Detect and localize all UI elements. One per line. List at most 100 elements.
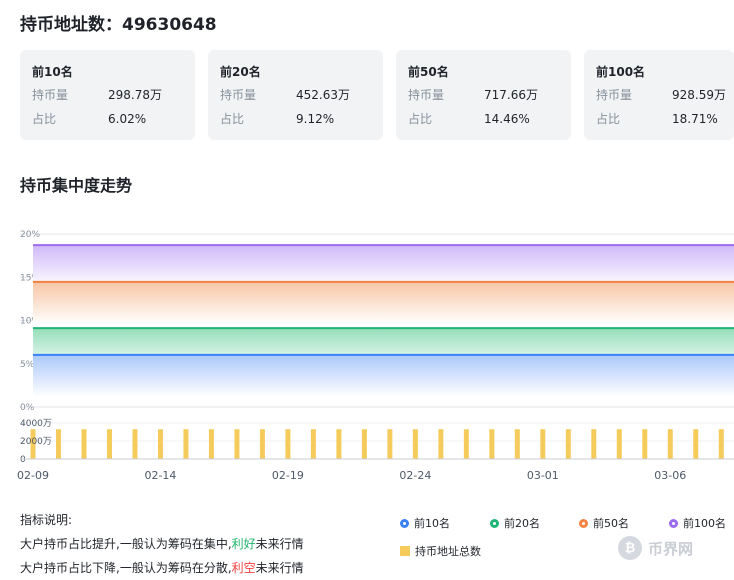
bullish-label: 利好 [231, 537, 256, 551]
address-total-bar [81, 429, 87, 459]
address-total-bar [285, 429, 291, 459]
address-total-bar [132, 429, 138, 459]
ratio-row: 占比 14.46% [408, 107, 571, 131]
holding-label: 持币量 [32, 88, 69, 102]
address-total-bar [55, 429, 61, 459]
notes-text: 大户持币占比下降,一般认为筹码在分散, [20, 561, 232, 575]
ratio-row: 占比 6.02% [32, 107, 195, 131]
legend-label: 持币地址总数 [415, 545, 481, 558]
ratio-row: 占比 18.71% [596, 107, 734, 131]
address-total-bar [463, 429, 469, 459]
address-total-bar [667, 429, 673, 459]
y-tick-label: 5% [20, 360, 35, 370]
x-tick-label: 03-01 [527, 469, 559, 482]
address-total-bar [361, 429, 367, 459]
bitcoin-icon: ₿ [618, 536, 642, 560]
legend-dot-icon [490, 518, 499, 528]
legend-label: 前10名 [414, 517, 450, 530]
address-total-bar [183, 429, 189, 459]
legend-label: 前100名 [683, 517, 726, 530]
address-total-bar [591, 429, 597, 459]
card-title: 前50名 [408, 65, 449, 79]
ratio-value: 14.46% [484, 112, 530, 126]
address-total-bar [234, 429, 240, 459]
address-total-bar [387, 429, 393, 459]
top20-card: 前20名 持币量 452.63万 占比 9.12% [208, 50, 383, 140]
bearish-label: 利空 [231, 561, 256, 575]
ratio-label: 占比 [408, 112, 433, 126]
page-title: 持币地址数：49630648 [20, 15, 217, 35]
holding-label: 持币量 [220, 88, 257, 102]
holding-row: 持币量 717.66万 [408, 83, 571, 107]
y-tick-label: 2000万 [20, 437, 52, 447]
legend-item-address-total[interactable]: 持币地址总数 [400, 544, 481, 560]
legend-item-top50[interactable]: 前50名 [579, 516, 629, 532]
series-area-4 [33, 245, 734, 288]
address-total-bar [310, 429, 316, 459]
notes-text: 未来行情 [255, 537, 304, 551]
address-total-bar [489, 429, 495, 459]
concentration-chart[interactable]: 20%15%10%5%0%4000万2000万002-09 02-14 02-19 0… [0, 222, 734, 490]
x-tick-label: 02-09 [17, 469, 49, 482]
address-total-bar [336, 429, 342, 459]
ratio-label: 占比 [220, 112, 245, 126]
legend-dot-icon [579, 518, 588, 528]
site-watermark: ₿ 币界网 [618, 534, 693, 562]
holding-label: 持币量 [408, 88, 445, 102]
holding-label: 持币量 [596, 88, 633, 102]
notes-line-fall: 大户持币占比下降,一般认为筹码在分散,利空未来行情 [20, 556, 304, 580]
top10-card: 前10名 持币量 298.78万 占比 6.02% [20, 50, 195, 140]
address-total-bar [565, 429, 571, 459]
notes-line-rise: 大户持币占比提升,一般认为筹码在集中,利好未来行情 [20, 532, 304, 556]
card-title: 前10名 [32, 65, 73, 79]
y-tick-label: 20% [20, 230, 40, 240]
holding-row: 持币量 298.78万 [32, 83, 195, 107]
legend-label: 前50名 [593, 517, 629, 530]
top100-card: 前100名 持币量 928.59万 占比 18.71% [584, 50, 734, 140]
x-tick-label: 03-06 [654, 469, 686, 482]
holding-value: 928.59万 [672, 88, 726, 102]
legend-item-top100[interactable]: 前100名 [669, 516, 726, 532]
watermark-text: 币界网 [648, 539, 694, 558]
ratio-value: 6.02% [108, 112, 147, 126]
y-tick-label: 0% [20, 403, 35, 413]
address-total-bar [693, 429, 699, 459]
notes-text: 未来行情 [255, 561, 304, 575]
ratio-value: 18.71% [672, 112, 718, 126]
top50-card: 前50名 持币量 717.66万 占比 14.46% [396, 50, 571, 140]
ratio-label: 占比 [596, 112, 621, 126]
ratio-value: 9.12% [296, 112, 335, 126]
holding-value: 452.63万 [296, 88, 350, 102]
holding-row: 持币量 452.63万 [220, 83, 383, 107]
holding-row: 持币量 928.59万 [596, 83, 734, 107]
address-total-bar [208, 429, 214, 459]
address-total-bar [412, 429, 418, 459]
notes-title: 指标说明: [20, 513, 73, 527]
holder-summary-cards: 前10名 持币量 298.78万 占比 6.02% 前20名 持币量 452.6… [20, 50, 734, 140]
y-tick-label: 4000万 [20, 419, 52, 429]
x-tick-label: 02-24 [399, 469, 431, 482]
address-total-bar [616, 429, 622, 459]
address-total-bar [157, 429, 163, 459]
legend-item-top20[interactable]: 前20名 [490, 516, 540, 532]
address-total-bar [438, 429, 444, 459]
x-tick-label: 02-19 [272, 469, 304, 482]
legend-dot-icon [400, 518, 409, 528]
notes-text: 大户持币占比提升,一般认为筹码在集中, [20, 537, 232, 551]
indicator-notes: 指标说明: 大户持币占比提升,一般认为筹码在集中,利好未来行情 大户持币占比下降… [20, 508, 304, 580]
card-title: 前20名 [220, 65, 261, 79]
holding-value: 298.78万 [108, 88, 162, 102]
y-tick-label: 0 [20, 455, 26, 465]
x-tick-label: 02-14 [144, 469, 176, 482]
legend-item-top10[interactable]: 前10名 [400, 516, 450, 532]
address-total-bar [718, 429, 724, 459]
address-total-bar [514, 429, 520, 459]
holding-value: 717.66万 [484, 88, 538, 102]
legend-swatch-icon [400, 546, 410, 556]
legend-label: 前20名 [504, 517, 540, 530]
legend-dot-icon [669, 518, 678, 528]
section-title: 持币集中度走势 [20, 176, 133, 195]
address-total-bar [642, 429, 648, 459]
address-total-bar [106, 429, 112, 459]
series-area-1 [33, 354, 734, 397]
